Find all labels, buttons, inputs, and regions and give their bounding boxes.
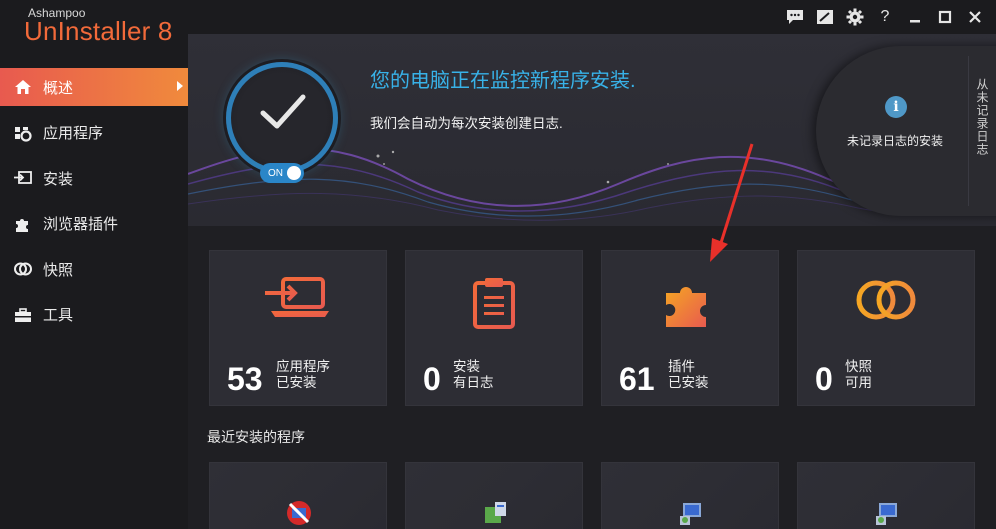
toggle-knob [287,166,301,180]
sidebar-item-label: 概述 [43,79,74,97]
maximize-icon[interactable] [930,4,960,30]
sidebar-item-install[interactable]: 安装 [0,159,188,197]
monitoring-subtitle: 我们会自动为每次安装创建日志. [370,116,563,131]
puzzle-icon [12,214,34,234]
app-icon [287,501,311,525]
recent-installs-title: 最近安装的程序 [207,429,305,445]
recent-app-tile[interactable] [601,462,779,529]
sidebar-item-overview[interactable]: 概述 [0,68,188,106]
home-icon [12,77,34,97]
card-logged-installs[interactable]: 0 安装 有日志 [405,250,583,406]
recent-app-tile[interactable] [405,462,583,529]
never-logged-tab[interactable]: 从未记录日志 [968,56,996,206]
toolbox-icon [12,305,34,325]
toggle-label: ON [268,167,283,179]
sidebar-item-label: 应用程序 [43,125,104,142]
puzzle-icon [666,287,706,327]
laptop-arrow-icon [265,277,329,317]
app-icon [680,503,701,525]
logged-label: 安装 有日志 [453,359,494,391]
sidebar-item-tools[interactable]: 工具 [0,296,188,334]
sidebar-item-label: 快照 [43,261,74,279]
plugins-label-line1: 插件 [668,359,695,374]
sidebar-item-snapshots[interactable]: 快照 [0,250,188,288]
app-icon [485,502,506,523]
app-icon [876,503,897,525]
card-snapshots[interactable]: 0 快照 可用 [797,250,975,406]
logged-count: 0 [423,361,441,397]
chevron-right-icon [177,81,183,91]
plugins-count: 61 [619,361,655,397]
brand-logo: UnInstaller 8 [24,16,173,46]
clipboard-icon [473,278,515,329]
sidebar-item-apps[interactable]: 应用程序 [0,114,188,152]
snapshots-label-line2: 可用 [845,375,872,390]
info-icon: i [885,96,907,118]
sidebar-item-label: 浏览器插件 [43,216,119,233]
gear-icon[interactable] [840,4,870,30]
checkmark-icon [260,94,306,129]
close-icon[interactable] [960,4,990,30]
snapshot-icon [12,259,34,279]
logged-label-line2: 有日志 [453,375,494,390]
plugins-label-line2: 已安装 [668,375,709,390]
snapshots-label: 快照 可用 [845,359,872,391]
chat-icon[interactable] [780,4,810,30]
apps-count: 53 [227,361,263,397]
monitor-toggle[interactable]: ON [260,163,304,183]
minimize-icon[interactable] [900,4,930,30]
edit-icon[interactable] [810,4,840,30]
apps-label: 应用程序 已安装 [276,359,330,391]
recent-app-tile[interactable] [209,462,387,529]
unlogged-installs-label: 未记录日志的安装 [847,134,944,148]
plugins-label: 插件 已安装 [668,359,709,391]
title-bar: ? [188,0,996,34]
snapshots-count: 0 [815,361,833,397]
monitor-status-ring [226,62,338,174]
window-controls: ? [780,4,990,30]
help-icon[interactable]: ? [870,4,900,30]
sidebar: Ashampoo UnInstaller 8 概述 应用程序 安装 浏览器插件 … [0,0,188,529]
sidebar-item-label: 安装 [43,170,74,188]
recent-app-tile[interactable] [797,462,975,529]
never-logged-label: 从未记录日志 [975,78,989,156]
apps-label-line1: 应用程序 [276,359,330,374]
logged-label-line1: 安装 [453,359,480,374]
apps-icon [12,123,34,143]
apps-label-line2: 已安装 [276,375,317,390]
snapshots-label-line1: 快照 [845,359,872,374]
install-icon [12,168,34,188]
rings-icon [856,280,916,320]
monitoring-banner: ON 您的电脑正在监控新程序安装. 我们会自动为每次安装创建日志. i 未记录日… [188,34,996,226]
card-installed-apps[interactable]: 53 应用程序 已安装 [209,250,387,406]
sidebar-item-label: 工具 [43,307,74,324]
monitoring-title: 您的电脑正在监控新程序安装. [370,70,636,92]
card-plugins[interactable]: 61 插件 已安装 [601,250,779,406]
sidebar-nav: 概述 应用程序 安装 浏览器插件 快照 工具 [0,68,188,341]
sidebar-item-browser-plugins[interactable]: 浏览器插件 [0,205,188,243]
